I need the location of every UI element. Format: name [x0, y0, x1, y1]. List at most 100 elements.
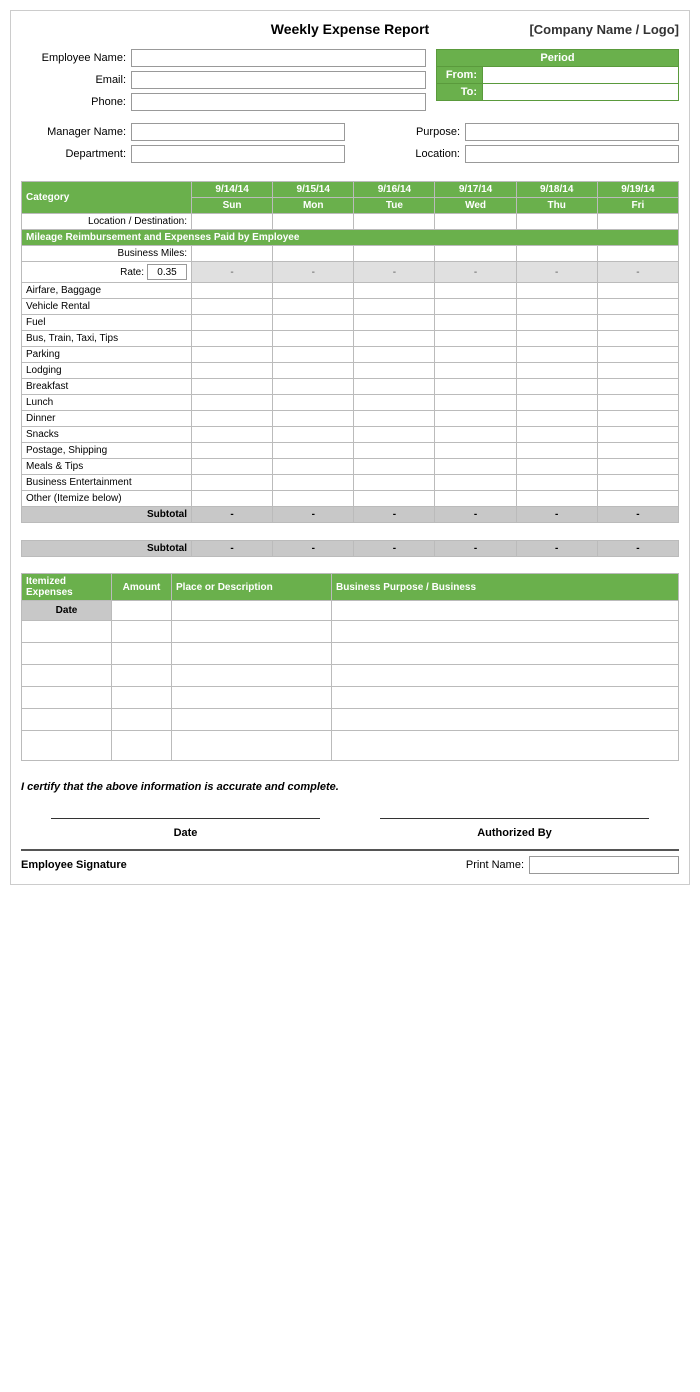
table-row: Lodging: [22, 363, 679, 379]
date-col-0: 9/14/14: [192, 182, 273, 198]
sub1-sun: -: [192, 507, 273, 523]
biz-miles-wed[interactable]: [435, 246, 516, 262]
rate-fri: -: [597, 262, 678, 283]
cat-fuel: Fuel: [22, 315, 192, 331]
biz-miles-sun[interactable]: [192, 246, 273, 262]
table-row: Bus, Train, Taxi, Tips: [22, 331, 679, 347]
location-input[interactable]: [465, 145, 679, 163]
period-header: Period: [437, 50, 678, 66]
loc-dest-sun[interactable]: [192, 214, 273, 230]
table-row: Vehicle Rental: [22, 299, 679, 315]
date-col-3: 9/17/14: [435, 182, 516, 198]
cat-bus: Bus, Train, Taxi, Tips: [22, 331, 192, 347]
rate-input[interactable]: [147, 264, 187, 280]
cat-airfare: Airfare, Baggage: [22, 283, 192, 299]
itemized-table: Itemized Expenses Amount Place or Descri…: [21, 573, 679, 761]
location-label: Location:: [355, 148, 465, 160]
blank-row: [22, 523, 679, 541]
biz-header: Business Purpose / Business: [332, 574, 679, 601]
rate-label: Rate:: [120, 267, 144, 278]
table-row: Breakfast: [22, 379, 679, 395]
business-miles-label: Business Miles:: [22, 246, 192, 262]
rate-tue: -: [354, 262, 435, 283]
report-title: Weekly Expense Report: [240, 21, 459, 37]
sub1-mon: -: [273, 507, 354, 523]
day-col-0: Sun: [192, 198, 273, 214]
period-from-value: 9/14/2014: [482, 67, 678, 83]
cat-biz-entertainment: Business Entertainment: [22, 475, 192, 491]
biz-miles-mon[interactable]: [273, 246, 354, 262]
itemized-row: [22, 687, 679, 709]
amount-header: Amount: [112, 574, 172, 601]
sub1-fri: -: [597, 507, 678, 523]
subtotal-row-2: Subtotal - - - - - -: [22, 541, 679, 557]
print-name-label: Print Name:: [466, 859, 529, 871]
itemized-row: [22, 731, 679, 761]
day-col-3: Wed: [435, 198, 516, 214]
subtotal-label-2: Subtotal: [22, 541, 192, 557]
certify-text: I certify that the above information is …: [21, 776, 679, 798]
employee-name-label: Employee Name:: [21, 52, 131, 64]
day-col-5: Fri: [597, 198, 678, 214]
loc-dest-thu[interactable]: [516, 214, 597, 230]
table-row: Lunch: [22, 395, 679, 411]
subtotal-label-1: Subtotal: [22, 507, 192, 523]
itemized-row: [22, 665, 679, 687]
cat-vehicle: Vehicle Rental: [22, 299, 192, 315]
date-col-5: 9/19/14: [597, 182, 678, 198]
table-row: Postage, Shipping: [22, 443, 679, 459]
rate-wed: -: [435, 262, 516, 283]
date-sig-label: Date: [174, 827, 198, 839]
authorized-by-label: Authorized By: [477, 827, 552, 839]
employee-signature-label: Employee Signature: [21, 859, 127, 871]
itemized-row: [22, 643, 679, 665]
rate-mon: -: [273, 262, 354, 283]
sub2-wed: -: [435, 541, 516, 557]
expense-table: Category 9/14/14 9/15/14 9/16/14 9/17/14…: [21, 181, 679, 557]
mileage-header: Mileage Reimbursement and Expenses Paid …: [22, 230, 679, 246]
email-label: Email:: [21, 74, 131, 86]
sub1-wed: -: [435, 507, 516, 523]
date-header: Date: [22, 601, 112, 621]
purpose-input[interactable]: [465, 123, 679, 141]
department-input[interactable]: [131, 145, 345, 163]
manager-input[interactable]: [131, 123, 345, 141]
category-col-header: Category: [22, 182, 192, 214]
cat-meals-tips: Meals & Tips: [22, 459, 192, 475]
itemized-row: [22, 709, 679, 731]
period-to-label: To:: [437, 84, 482, 100]
subtotal-row-1: Subtotal - - - - - -: [22, 507, 679, 523]
cat-postage: Postage, Shipping: [22, 443, 192, 459]
itemized-row: [22, 621, 679, 643]
table-row: Airfare, Baggage: [22, 283, 679, 299]
employee-name-input[interactable]: [131, 49, 426, 67]
loc-dest-fri[interactable]: [597, 214, 678, 230]
sub2-thu: -: [516, 541, 597, 557]
phone-input[interactable]: [131, 93, 426, 111]
table-row: Business Entertainment: [22, 475, 679, 491]
biz-miles-thu[interactable]: [516, 246, 597, 262]
biz-miles-fri[interactable]: [597, 246, 678, 262]
email-input[interactable]: [131, 71, 426, 89]
place-header: Place or Description: [172, 574, 332, 601]
rate-thu: -: [516, 262, 597, 283]
table-row: Dinner: [22, 411, 679, 427]
loc-dest-wed[interactable]: [435, 214, 516, 230]
table-row: Fuel: [22, 315, 679, 331]
date-col-1: 9/15/14: [273, 182, 354, 198]
loc-dest-mon[interactable]: [273, 214, 354, 230]
print-name-input[interactable]: [529, 856, 679, 874]
table-row: Meals & Tips: [22, 459, 679, 475]
cat-parking: Parking: [22, 347, 192, 363]
loc-dest-tue[interactable]: [354, 214, 435, 230]
itemized-header: Itemized Expenses: [22, 574, 112, 601]
table-row: Other (Itemize below): [22, 491, 679, 507]
cat-dinner: Dinner: [22, 411, 192, 427]
rate-sun: -: [192, 262, 273, 283]
day-col-4: Thu: [516, 198, 597, 214]
sub2-mon: -: [273, 541, 354, 557]
company-name: [Company Name / Logo]: [529, 22, 679, 37]
airfare-sun[interactable]: [192, 283, 273, 299]
biz-miles-tue[interactable]: [354, 246, 435, 262]
sub2-fri: -: [597, 541, 678, 557]
